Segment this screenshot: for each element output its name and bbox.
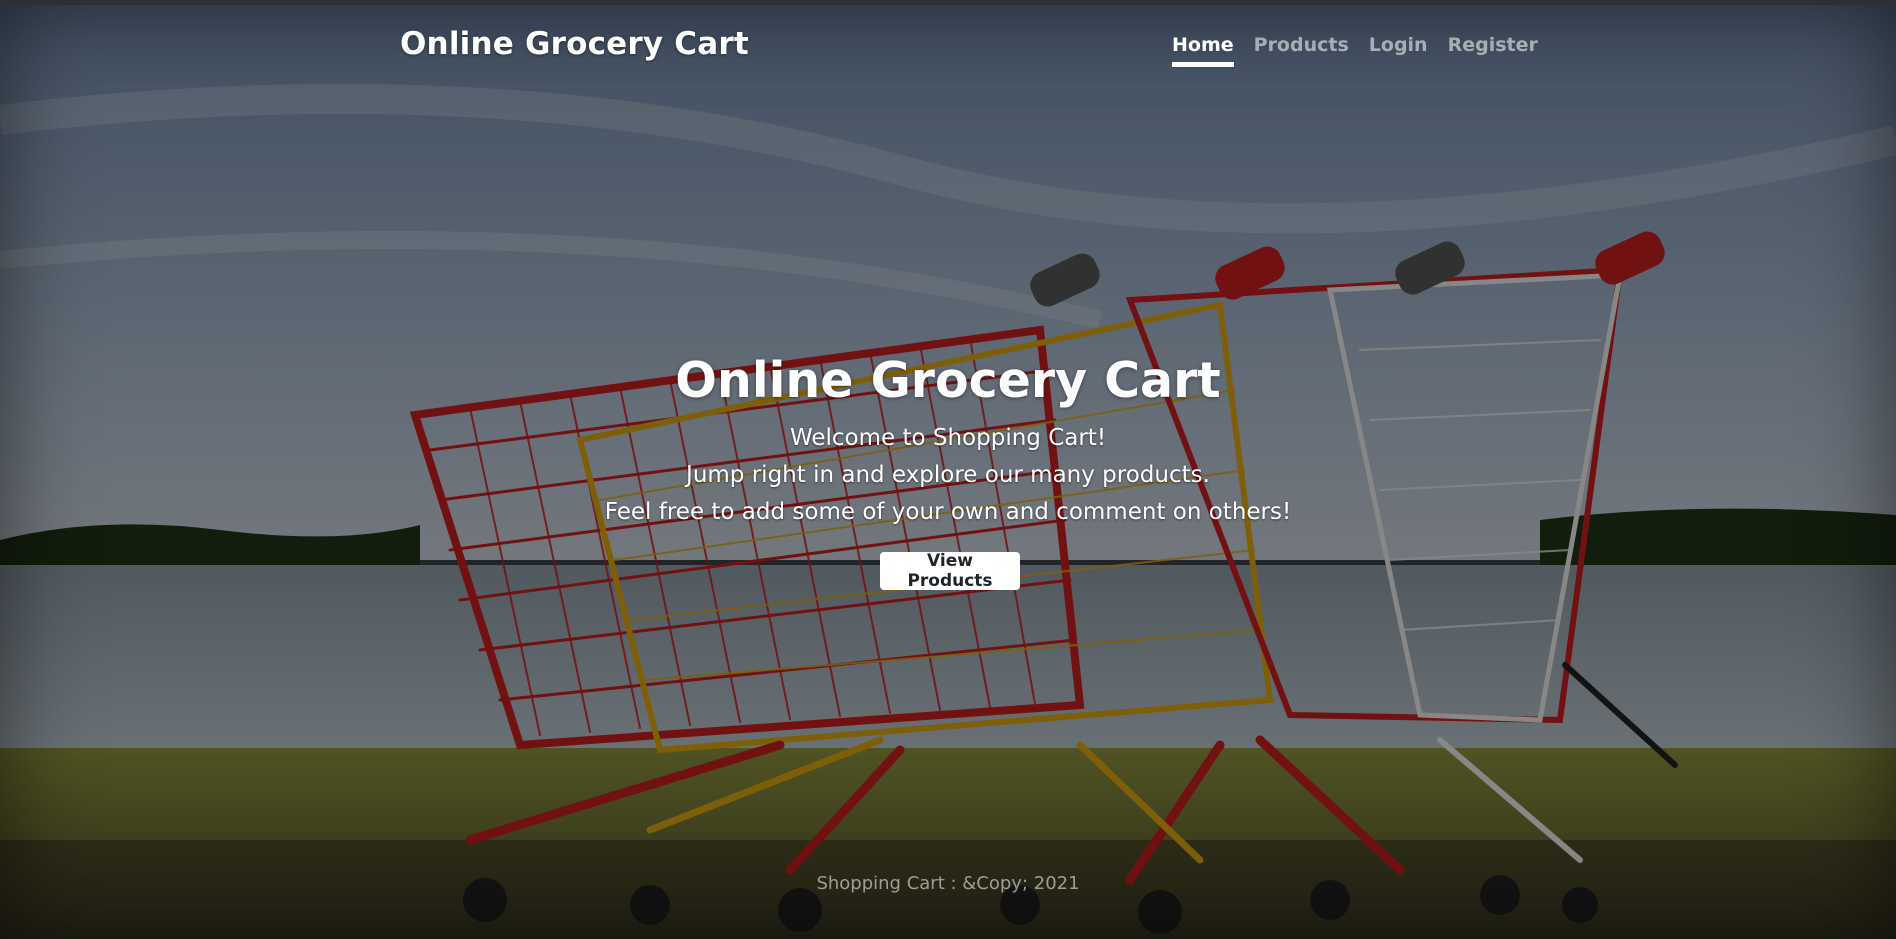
brand-title[interactable]: Online Grocery Cart [400, 26, 749, 62]
nav-login-link[interactable]: Login [1369, 34, 1428, 67]
nav-home-link[interactable]: Home [1172, 34, 1234, 67]
nav-register-link[interactable]: Register [1448, 34, 1538, 67]
hero-comment-text: Feel free to add some of your own and co… [604, 499, 1292, 525]
view-products-button[interactable]: View Products [880, 551, 1020, 591]
footer-copyright: Shopping Cart : &Copy; 2021 [816, 873, 1080, 894]
hero-title: Online Grocery Cart [675, 352, 1221, 409]
nav-products-link[interactable]: Products [1254, 34, 1349, 67]
hero-welcome-text: Welcome to Shopping Cart! [789, 425, 1107, 451]
window-top-border [0, 0, 1896, 5]
main-nav: Home Products Login Register [1172, 34, 1538, 67]
hero-explore-text: Jump right in and explore our many produ… [686, 462, 1210, 488]
